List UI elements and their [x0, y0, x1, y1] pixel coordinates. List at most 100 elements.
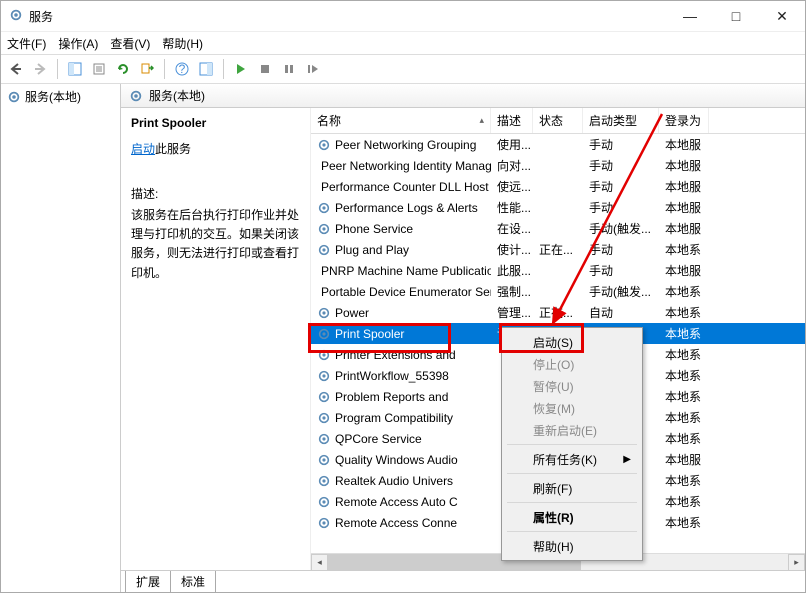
submenu-arrow-icon: ▶	[623, 454, 631, 465]
cell-name: QPCore Service	[311, 432, 491, 446]
service-row[interactable]: Peer Networking Identity Manager向对... 手动本…	[311, 155, 805, 176]
cell-logon: 本地服	[659, 220, 709, 237]
menu-action[interactable]: 操作(A)	[58, 35, 98, 52]
cell-startup: 手动	[583, 178, 659, 195]
tab-standard[interactable]: 标准	[170, 571, 216, 593]
cell-name: Peer Networking Grouping	[311, 138, 491, 152]
gear-icon	[7, 90, 21, 104]
service-row[interactable]: Plug and Play使计...正在...手动本地系	[311, 239, 805, 260]
menu-item[interactable]: 刷新(F)	[505, 477, 639, 499]
cell-name: Portable Device Enumerator Service	[311, 285, 491, 299]
cell-description: 此服...	[491, 262, 533, 279]
start-service-button[interactable]	[230, 58, 252, 80]
show-hide-action-button[interactable]	[195, 58, 217, 80]
cell-logon: 本地服	[659, 178, 709, 195]
cell-status: 正在...	[533, 304, 583, 321]
service-row[interactable]: Power管理...正在...自动本地系	[311, 302, 805, 323]
maximize-button[interactable]: □	[713, 1, 759, 32]
service-row[interactable]: Performance Logs & Alerts性能...手动本地服	[311, 197, 805, 218]
gear-icon	[317, 390, 331, 404]
gear-icon	[317, 306, 331, 320]
cell-description: 强制...	[491, 283, 533, 300]
menu-item: 暂停(U)	[505, 375, 639, 397]
menu-item[interactable]: 帮助(H)	[505, 535, 639, 557]
cell-logon: 本地服	[659, 451, 709, 468]
cell-startup: 手动	[583, 199, 659, 216]
gear-icon	[317, 138, 331, 152]
pause-service-button[interactable]	[278, 58, 300, 80]
gear-icon	[317, 243, 331, 257]
menu-item: 重新启动(E)	[505, 419, 639, 441]
cell-name: Performance Counter DLL Host	[311, 180, 491, 194]
service-row[interactable]: Phone Service在设...手动(触发...本地服	[311, 218, 805, 239]
cell-logon: 本地系	[659, 325, 709, 342]
cell-logon: 本地系	[659, 367, 709, 384]
menu-item[interactable]: 属性(R)	[505, 506, 639, 528]
column-description[interactable]: 描述	[491, 108, 533, 133]
cell-description: 使用...	[491, 136, 533, 153]
service-row[interactable]: Portable Device Enumerator Service强制...手…	[311, 281, 805, 302]
gear-icon	[317, 411, 331, 425]
service-row[interactable]: Performance Counter DLL Host使远...手动本地服	[311, 176, 805, 197]
menu-item[interactable]: 所有任务(K)▶	[505, 448, 639, 470]
menu-help[interactable]: 帮助(H)	[162, 35, 203, 52]
start-suffix: 此服务	[155, 142, 191, 156]
menu-separator	[507, 531, 637, 532]
cell-name: Realtek Audio Univers	[311, 474, 491, 488]
cell-logon: 本地服	[659, 157, 709, 174]
cell-name: PrintWorkflow_55398	[311, 369, 491, 383]
cell-description: 在设...	[491, 220, 533, 237]
export-list-button[interactable]	[136, 58, 158, 80]
column-name[interactable]: 名称▴	[311, 108, 491, 133]
cell-startup: 手动	[583, 136, 659, 153]
gear-icon	[317, 327, 331, 341]
stop-service-button[interactable]	[254, 58, 276, 80]
menu-file[interactable]: 文件(F)	[7, 35, 46, 52]
gear-icon	[317, 495, 331, 509]
detail-pane: Print Spooler 启动此服务 描述: 该服务在后台执行打印作业并处理与…	[121, 108, 311, 570]
cell-logon: 本地系	[659, 346, 709, 363]
help-button[interactable]: ?	[171, 58, 193, 80]
list-header: 名称▴ 描述 状态 启动类型 登录为	[311, 108, 805, 134]
tab-extended[interactable]: 扩展	[125, 571, 171, 593]
refresh-button[interactable]	[112, 58, 134, 80]
cell-name: Plug and Play	[311, 243, 491, 257]
minimize-button[interactable]: —	[667, 1, 713, 32]
menu-view[interactable]: 查看(V)	[110, 35, 150, 52]
right-pane: 服务(本地) Print Spooler 启动此服务 描述: 该服务在后台执行打…	[121, 84, 805, 592]
close-button[interactable]: ✕	[759, 1, 805, 32]
cell-name: Peer Networking Identity Manager	[311, 159, 491, 173]
cell-logon: 本地系	[659, 409, 709, 426]
gear-icon	[129, 89, 143, 103]
gear-icon	[317, 453, 331, 467]
tree-root-node[interactable]: 服务(本地)	[3, 86, 118, 107]
menu-separator	[507, 502, 637, 503]
start-service-link[interactable]: 启动	[131, 142, 155, 156]
cell-name: Power	[311, 306, 491, 320]
tree-pane: 服务(本地)	[1, 84, 121, 592]
scroll-right-button[interactable]: ▸	[788, 554, 805, 571]
show-hide-tree-button[interactable]	[64, 58, 86, 80]
restart-service-button[interactable]	[302, 58, 324, 80]
cell-description: 向对...	[491, 157, 533, 174]
cell-logon: 本地系	[659, 430, 709, 447]
column-status[interactable]: 状态	[533, 108, 583, 133]
forward-button[interactable]	[29, 58, 51, 80]
cell-startup: 手动	[583, 157, 659, 174]
column-startup-type[interactable]: 启动类型	[583, 108, 659, 133]
cell-startup: 自动	[583, 304, 659, 321]
service-row[interactable]: Peer Networking Grouping使用... 手动本地服	[311, 134, 805, 155]
service-row[interactable]: PNRP Machine Name Publication S...此服...手…	[311, 260, 805, 281]
back-button[interactable]	[5, 58, 27, 80]
menu-item[interactable]: 启动(S)	[505, 331, 639, 353]
properties-button[interactable]	[88, 58, 110, 80]
column-logon-as[interactable]: 登录为	[659, 108, 709, 133]
cell-logon: 本地服	[659, 199, 709, 216]
scroll-left-button[interactable]: ◂	[311, 554, 328, 571]
cell-name: Performance Logs & Alerts	[311, 201, 491, 215]
cell-logon: 本地系	[659, 493, 709, 510]
titlebar: 服务 — □ ✕	[1, 1, 805, 32]
cell-description: 使计...	[491, 241, 533, 258]
gear-icon	[317, 201, 331, 215]
cell-logon: 本地服	[659, 136, 709, 153]
